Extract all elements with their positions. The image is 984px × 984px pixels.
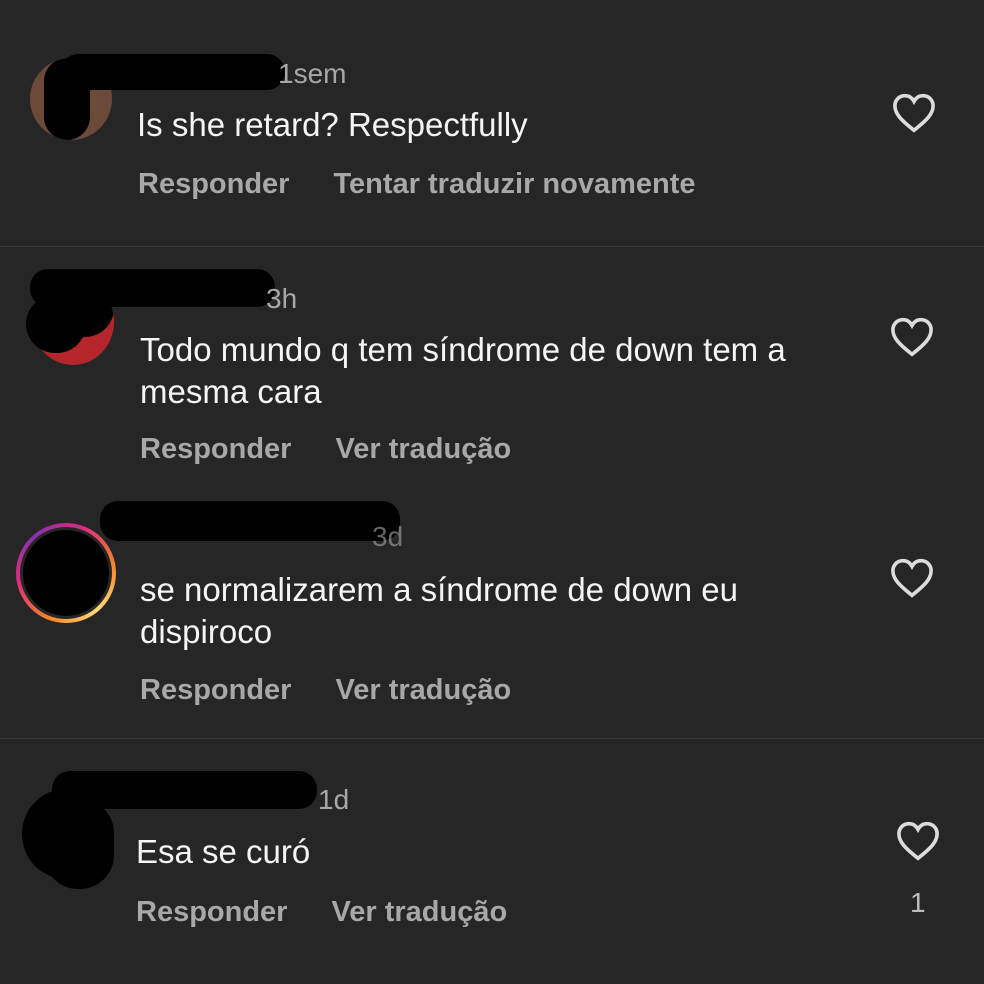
comment-actions: Responder Ver tradução: [140, 433, 511, 466]
comment-text: Esa se curó: [136, 833, 311, 870]
comment-text: Todo mundo q tem síndrome de down tem a …: [140, 331, 786, 410]
redaction-mark: [23, 530, 109, 616]
reply-button[interactable]: Responder: [136, 896, 287, 928]
comment-actions: Responder Ver tradução: [140, 674, 511, 707]
comment-timestamp: 3h: [266, 283, 298, 314]
username-redaction: [44, 799, 114, 889]
comment-actions: Responder Ver tradução: [136, 896, 507, 929]
comment-actions: Responder Tentar traduzir novamente: [138, 168, 696, 201]
reply-button[interactable]: Responder: [140, 674, 291, 706]
comment-timestamp: 1sem: [278, 58, 347, 89]
username-redaction: [26, 295, 86, 353]
comment-timestamp: 3d: [372, 521, 404, 552]
heart-outline-icon[interactable]: [890, 558, 934, 598]
heart-outline-icon[interactable]: [890, 317, 934, 357]
comment-3: 3d se normalizarem a síndrome de down eu…: [0, 487, 984, 738]
comment-2: 3h Todo mundo q tem síndrome de down tem…: [0, 247, 984, 487]
heart-outline-icon[interactable]: [892, 93, 936, 133]
comment-text: se normalizarem a síndrome de down eu di…: [140, 571, 738, 650]
translate-button[interactable]: Tentar traduzir novamente: [333, 168, 695, 200]
avatar-story-ring[interactable]: [16, 523, 116, 623]
like-count: 1: [910, 887, 926, 918]
translate-button[interactable]: Ver tradução: [331, 896, 507, 928]
comment-1: 1sem Is she retard? Respectfully Respond…: [0, 0, 984, 246]
reply-button[interactable]: Responder: [138, 168, 289, 200]
comment-timestamp: 1d: [318, 784, 350, 815]
translate-button[interactable]: Ver tradução: [335, 433, 511, 465]
username-redaction: [60, 54, 285, 90]
reply-button[interactable]: Responder: [140, 433, 291, 465]
heart-outline-icon[interactable]: [896, 821, 940, 861]
translate-button[interactable]: Ver tradução: [335, 674, 511, 706]
comment-4: 1d Esa se curó Responder Ver tradução 1: [0, 739, 984, 984]
username-redaction: [100, 501, 400, 541]
comment-text: Is she retard? Respectfully: [137, 106, 528, 143]
